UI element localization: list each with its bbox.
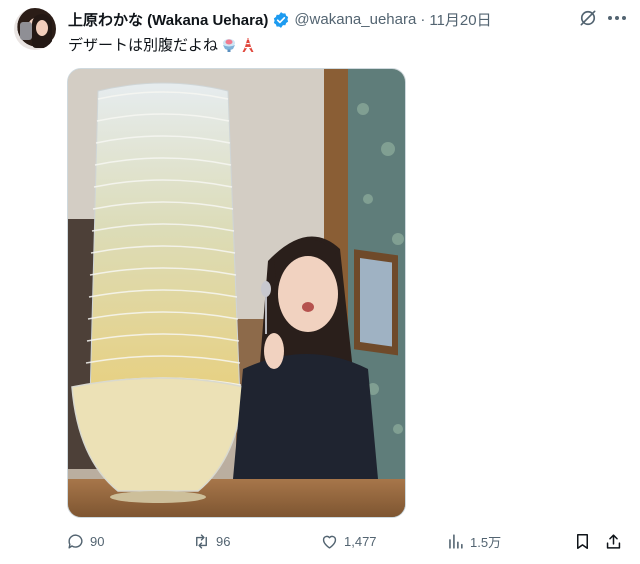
display-name[interactable]: 上原わかな (Wakana Uehara) bbox=[68, 9, 268, 30]
share-icon bbox=[606, 534, 621, 549]
verified-badge-icon bbox=[274, 11, 289, 28]
avatar-face bbox=[36, 20, 48, 36]
tweet-date[interactable]: 11月20日 bbox=[429, 9, 491, 30]
bookmark-button[interactable] bbox=[573, 532, 597, 551]
reply-button[interactable]: 90 bbox=[66, 532, 104, 551]
like-button[interactable]: 1,477 bbox=[320, 532, 377, 551]
tweet-body: デザートは別腹だよね bbox=[68, 37, 219, 54]
repost-icon bbox=[196, 534, 207, 549]
photo-illustration bbox=[68, 69, 405, 517]
avatar-accessory bbox=[20, 22, 32, 40]
repost-count: 96 bbox=[216, 534, 231, 549]
shaved-ice-emoji bbox=[223, 38, 236, 52]
action-bar: 90 96 1,477 1.5万 bbox=[0, 532, 640, 556]
tweet-header: 上原わかな (Wakana Uehara) @wakana_uehara · 1… bbox=[68, 9, 492, 30]
like-count: 1,477 bbox=[344, 534, 377, 549]
reply-icon bbox=[68, 534, 83, 549]
user-handle[interactable]: @wakana_uehara bbox=[294, 11, 416, 28]
tweet-text: デザートは別腹だよね bbox=[68, 34, 256, 55]
separator-dot: · bbox=[420, 11, 426, 28]
more-icon[interactable] bbox=[605, 8, 629, 28]
repost-button[interactable]: 96 bbox=[192, 532, 230, 551]
views-button[interactable]: 1.5万 bbox=[446, 532, 501, 551]
reply-count: 90 bbox=[90, 534, 105, 549]
tweet-photo[interactable] bbox=[67, 68, 406, 518]
bookmark-icon bbox=[576, 534, 589, 549]
views-icon bbox=[449, 534, 463, 549]
tokyo-tower-emoji bbox=[242, 37, 254, 52]
share-button[interactable] bbox=[604, 532, 628, 551]
like-icon bbox=[322, 535, 337, 549]
views-count: 1.5万 bbox=[470, 535, 502, 550]
avatar[interactable] bbox=[14, 8, 56, 50]
grok-icon[interactable] bbox=[578, 8, 598, 28]
